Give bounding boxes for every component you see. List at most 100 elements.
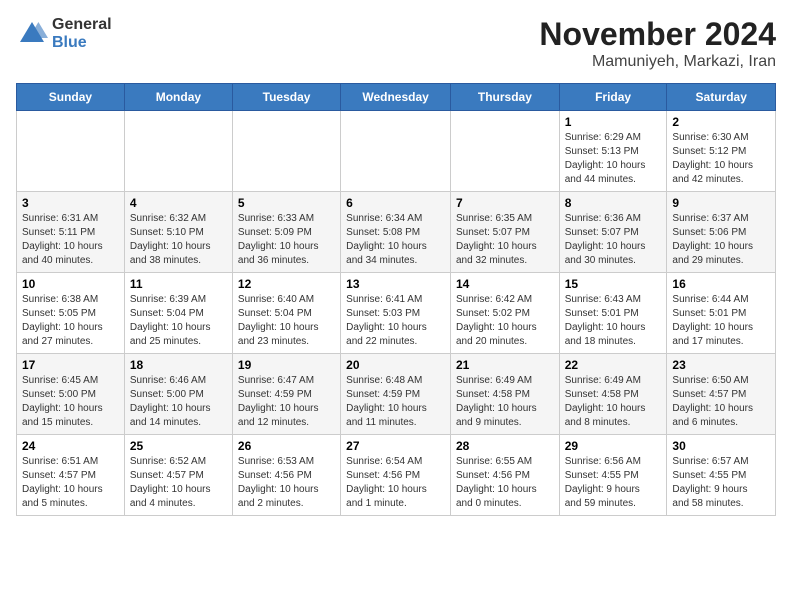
day-info: Sunrise: 6:37 AM Sunset: 5:06 PM Dayligh…: [672, 212, 770, 268]
day-number: 15: [565, 277, 662, 291]
logo: General Blue: [16, 16, 112, 51]
day-number: 22: [565, 358, 662, 372]
day-number: 11: [130, 277, 227, 291]
day-info: Sunrise: 6:42 AM Sunset: 5:02 PM Dayligh…: [456, 293, 554, 349]
calendar-cell: 15 Sunrise: 6:43 AM Sunset: 5:01 PM Dayli…: [559, 273, 667, 354]
calendar-cell: [124, 111, 232, 192]
header-row: SundayMondayTuesdayWednesdayThursdayFrid…: [17, 84, 776, 111]
day-info: Sunrise: 6:47 AM Sunset: 4:59 PM Dayligh…: [238, 374, 335, 430]
calendar-cell: 3 Sunrise: 6:31 AM Sunset: 5:11 PM Daylig…: [17, 192, 125, 273]
header-day: Wednesday: [341, 84, 451, 111]
calendar-cell: 21 Sunrise: 6:49 AM Sunset: 4:58 PM Dayli…: [450, 354, 559, 435]
calendar-cell: 16Sunrise: 6:44 AM Sunset: 5:01 PM Dayli…: [667, 273, 776, 354]
calendar-cell: [341, 111, 451, 192]
calendar-cell: 26 Sunrise: 6:53 AM Sunset: 4:56 PM Dayli…: [232, 435, 340, 516]
logo-text: General Blue: [52, 16, 112, 51]
day-info: Sunrise: 6:38 AM Sunset: 5:05 PM Dayligh…: [22, 293, 119, 349]
day-info: Sunrise: 6:54 AM Sunset: 4:56 PM Dayligh…: [346, 455, 445, 511]
calendar-cell: 8 Sunrise: 6:36 AM Sunset: 5:07 PM Daylig…: [559, 192, 667, 273]
calendar-week-row: 1 Sunrise: 6:29 AM Sunset: 5:13 PM Daylig…: [17, 111, 776, 192]
calendar-cell: 19 Sunrise: 6:47 AM Sunset: 4:59 PM Dayli…: [232, 354, 340, 435]
day-number: 26: [238, 439, 335, 453]
header-day: Friday: [559, 84, 667, 111]
day-info: Sunrise: 6:41 AM Sunset: 5:03 PM Dayligh…: [346, 293, 445, 349]
header-day: Tuesday: [232, 84, 340, 111]
day-number: 24: [22, 439, 119, 453]
calendar-cell: 22 Sunrise: 6:49 AM Sunset: 4:58 PM Dayli…: [559, 354, 667, 435]
day-number: 3: [22, 196, 119, 210]
calendar-cell: 9 Sunrise: 6:37 AM Sunset: 5:06 PM Daylig…: [667, 192, 776, 273]
day-info: Sunrise: 6:49 AM Sunset: 4:58 PM Dayligh…: [565, 374, 662, 430]
title-area: November 2024 Mamuniyeh, Markazi, Iran: [539, 16, 776, 71]
day-number: 20: [346, 358, 445, 372]
calendar-cell: 2 Sunrise: 6:30 AM Sunset: 5:12 PM Daylig…: [667, 111, 776, 192]
month-title: November 2024: [539, 16, 776, 53]
calendar-cell: 28Sunrise: 6:55 AM Sunset: 4:56 PM Dayli…: [450, 435, 559, 516]
day-number: 1: [565, 115, 662, 129]
day-info: Sunrise: 6:45 AM Sunset: 5:00 PM Dayligh…: [22, 374, 119, 430]
day-number: 29: [565, 439, 662, 453]
day-number: 2: [672, 115, 770, 129]
calendar-cell: [17, 111, 125, 192]
day-info: Sunrise: 6:30 AM Sunset: 5:12 PM Dayligh…: [672, 131, 770, 187]
header-day: Thursday: [450, 84, 559, 111]
calendar-cell: 18 Sunrise: 6:46 AM Sunset: 5:00 PM Dayli…: [124, 354, 232, 435]
logo-blue: Blue: [52, 34, 112, 52]
day-info: Sunrise: 6:31 AM Sunset: 5:11 PM Dayligh…: [22, 212, 119, 268]
day-number: 9: [672, 196, 770, 210]
day-number: 4: [130, 196, 227, 210]
header-day: Monday: [124, 84, 232, 111]
day-info: Sunrise: 6:55 AM Sunset: 4:56 PM Dayligh…: [456, 455, 554, 511]
calendar-cell: 4 Sunrise: 6:32 AM Sunset: 5:10 PM Daylig…: [124, 192, 232, 273]
day-number: 6: [346, 196, 445, 210]
day-number: 10: [22, 277, 119, 291]
calendar-cell: 30Sunrise: 6:57 AM Sunset: 4:55 PM Dayli…: [667, 435, 776, 516]
page-header: General Blue November 2024 Mamuniyeh, Ma…: [16, 16, 776, 71]
calendar-week-row: 10 Sunrise: 6:38 AM Sunset: 5:05 PM Dayli…: [17, 273, 776, 354]
day-info: Sunrise: 6:51 AM Sunset: 4:57 PM Dayligh…: [22, 455, 119, 511]
day-info: Sunrise: 6:53 AM Sunset: 4:56 PM Dayligh…: [238, 455, 335, 511]
day-number: 23: [672, 358, 770, 372]
calendar-week-row: 24 Sunrise: 6:51 AM Sunset: 4:57 PM Dayli…: [17, 435, 776, 516]
day-number: 21: [456, 358, 554, 372]
calendar-cell: 25 Sunrise: 6:52 AM Sunset: 4:57 PM Dayli…: [124, 435, 232, 516]
calendar-cell: [232, 111, 340, 192]
calendar-cell: 14Sunrise: 6:42 AM Sunset: 5:02 PM Dayli…: [450, 273, 559, 354]
calendar-table: SundayMondayTuesdayWednesdayThursdayFrid…: [16, 83, 776, 516]
day-number: 19: [238, 358, 335, 372]
day-info: Sunrise: 6:35 AM Sunset: 5:07 PM Dayligh…: [456, 212, 554, 268]
day-number: 13: [346, 277, 445, 291]
day-number: 5: [238, 196, 335, 210]
day-info: Sunrise: 6:43 AM Sunset: 5:01 PM Dayligh…: [565, 293, 662, 349]
calendar-week-row: 17 Sunrise: 6:45 AM Sunset: 5:00 PM Dayli…: [17, 354, 776, 435]
day-number: 17: [22, 358, 119, 372]
day-number: 25: [130, 439, 227, 453]
day-number: 18: [130, 358, 227, 372]
day-number: 16: [672, 277, 770, 291]
calendar-cell: 11Sunrise: 6:39 AM Sunset: 5:04 PM Dayli…: [124, 273, 232, 354]
day-info: Sunrise: 6:36 AM Sunset: 5:07 PM Dayligh…: [565, 212, 662, 268]
day-number: 8: [565, 196, 662, 210]
calendar-week-row: 3 Sunrise: 6:31 AM Sunset: 5:11 PM Daylig…: [17, 192, 776, 273]
calendar-cell: 24 Sunrise: 6:51 AM Sunset: 4:57 PM Dayli…: [17, 435, 125, 516]
day-info: Sunrise: 6:46 AM Sunset: 5:00 PM Dayligh…: [130, 374, 227, 430]
day-info: Sunrise: 6:57 AM Sunset: 4:55 PM Dayligh…: [672, 455, 770, 511]
day-info: Sunrise: 6:33 AM Sunset: 5:09 PM Dayligh…: [238, 212, 335, 268]
day-info: Sunrise: 6:49 AM Sunset: 4:58 PM Dayligh…: [456, 374, 554, 430]
header-day: Sunday: [17, 84, 125, 111]
calendar-cell: 20 Sunrise: 6:48 AM Sunset: 4:59 PM Dayli…: [341, 354, 451, 435]
day-info: Sunrise: 6:29 AM Sunset: 5:13 PM Dayligh…: [565, 131, 662, 187]
day-info: Sunrise: 6:52 AM Sunset: 4:57 PM Dayligh…: [130, 455, 227, 511]
calendar-cell: 23 Sunrise: 6:50 AM Sunset: 4:57 PM Dayli…: [667, 354, 776, 435]
day-info: Sunrise: 6:50 AM Sunset: 4:57 PM Dayligh…: [672, 374, 770, 430]
day-number: 27: [346, 439, 445, 453]
day-info: Sunrise: 6:32 AM Sunset: 5:10 PM Dayligh…: [130, 212, 227, 268]
location: Mamuniyeh, Markazi, Iran: [539, 53, 776, 71]
calendar-cell: [450, 111, 559, 192]
calendar-cell: 13 Sunrise: 6:41 AM Sunset: 5:03 PM Dayli…: [341, 273, 451, 354]
day-info: Sunrise: 6:48 AM Sunset: 4:59 PM Dayligh…: [346, 374, 445, 430]
calendar-cell: 12Sunrise: 6:40 AM Sunset: 5:04 PM Dayli…: [232, 273, 340, 354]
logo-general: General: [52, 16, 112, 34]
day-info: Sunrise: 6:40 AM Sunset: 5:04 PM Dayligh…: [238, 293, 335, 349]
calendar-cell: 17 Sunrise: 6:45 AM Sunset: 5:00 PM Dayli…: [17, 354, 125, 435]
